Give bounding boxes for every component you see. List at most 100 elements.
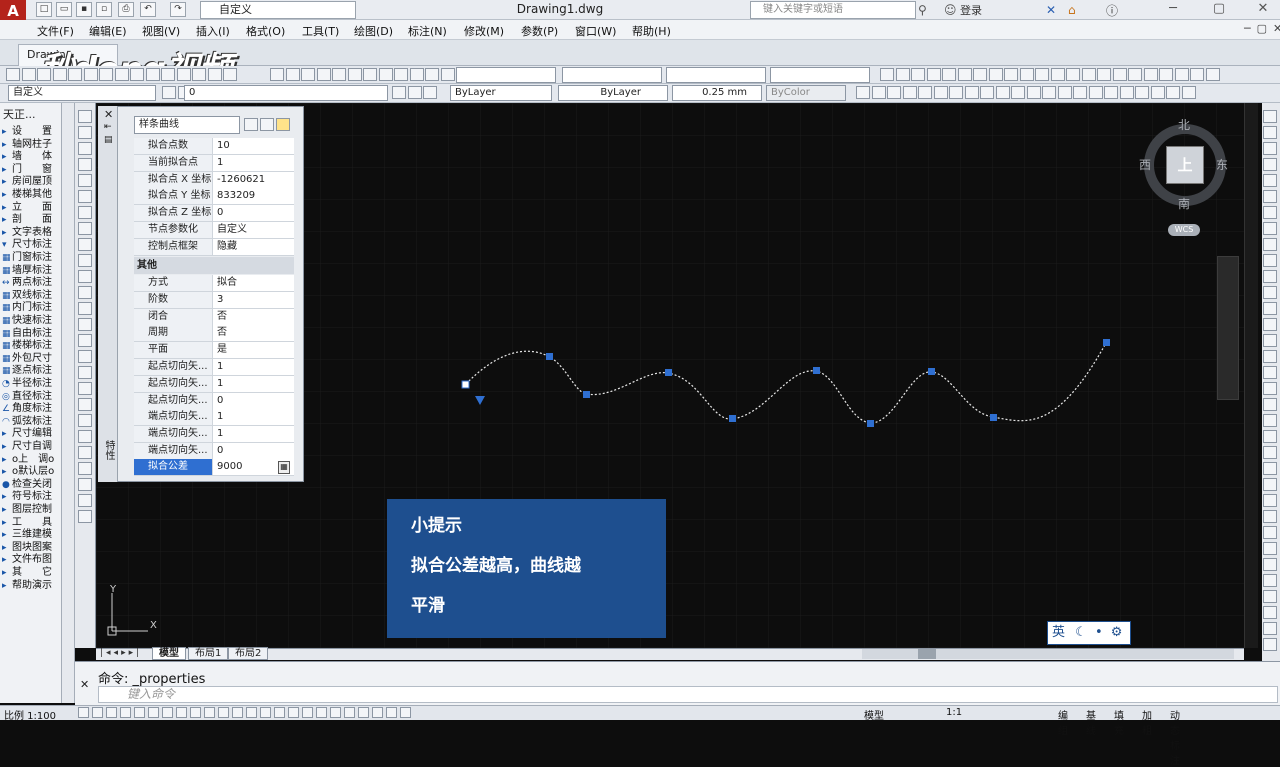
palette-item[interactable]: ▸ 门 窗 bbox=[2, 164, 52, 176]
status-tool-icon[interactable] bbox=[302, 707, 313, 718]
palette-item[interactable]: ▸ 尺寸自调 bbox=[2, 441, 52, 453]
palette-item[interactable]: ▸ 设 置 bbox=[2, 126, 52, 138]
toolbar-button-icon[interactable] bbox=[99, 68, 113, 81]
palette-item[interactable]: ∠ 角度标注 bbox=[2, 403, 52, 415]
toolbar-button-icon[interactable] bbox=[1050, 68, 1065, 81]
toolbar-button-icon[interactable] bbox=[1128, 68, 1142, 81]
palette-item[interactable]: ↔ 两点标注 bbox=[2, 277, 52, 289]
toolbar-button-icon[interactable] bbox=[1097, 68, 1111, 81]
status-tool-icon[interactable] bbox=[218, 707, 229, 718]
fit-point-grip[interactable] bbox=[583, 391, 590, 398]
toolbar-button-icon[interactable] bbox=[1135, 86, 1149, 99]
status-tool-icon[interactable] bbox=[246, 707, 257, 718]
palette-item[interactable]: ● 检查关闭 bbox=[2, 479, 52, 491]
status-tool-icon[interactable] bbox=[78, 707, 89, 718]
status-tool-icon[interactable] bbox=[344, 707, 355, 718]
modify-tool-icon[interactable] bbox=[1263, 558, 1277, 571]
punctuation-icon[interactable]: • bbox=[1095, 625, 1103, 640]
toolbar-button-icon[interactable] bbox=[1181, 86, 1196, 99]
toolbar-button-icon[interactable] bbox=[1190, 68, 1204, 81]
toolbar-button-icon[interactable] bbox=[1143, 68, 1158, 81]
plotstyle-dropdown[interactable]: ByColor bbox=[766, 85, 846, 101]
draw-tool-icon[interactable] bbox=[78, 494, 92, 507]
property-value[interactable]: 1 bbox=[215, 359, 293, 375]
tab-layout2[interactable]: 布局2 bbox=[228, 647, 269, 660]
palette-item[interactable]: ▸ 三维建模 bbox=[2, 529, 52, 541]
toolbar-button-icon[interactable] bbox=[918, 86, 932, 99]
property-row[interactable]: 起点切向矢... 1 bbox=[134, 359, 294, 376]
palette-item[interactable]: ▸ o上 调o bbox=[2, 454, 54, 466]
gear-icon[interactable]: ⚙ bbox=[1111, 625, 1123, 640]
toolbar-button-icon[interactable] bbox=[423, 86, 437, 99]
property-value[interactable]: 是 bbox=[215, 342, 293, 358]
property-row[interactable]: 闭合否 bbox=[134, 308, 294, 326]
toolbar-button-icon[interactable] bbox=[1166, 86, 1180, 99]
draw-tool-icon[interactable] bbox=[78, 430, 92, 443]
modify-tool-icon[interactable] bbox=[1263, 238, 1277, 251]
toolbar-button-icon[interactable] bbox=[378, 68, 393, 81]
status-tool-icon[interactable] bbox=[274, 707, 285, 718]
toolbar-button-icon[interactable] bbox=[856, 86, 870, 99]
menu-insert[interactable]: 插入(I) bbox=[196, 23, 230, 39]
toolbar-button-icon[interactable] bbox=[988, 68, 1003, 81]
minimize-button[interactable]: ─ bbox=[1158, 0, 1188, 20]
property-row[interactable]: 周期否 bbox=[134, 325, 294, 343]
draw-tool-icon[interactable] bbox=[78, 478, 92, 491]
toolbar-button-icon[interactable] bbox=[37, 68, 51, 81]
toolbar-button-icon[interactable] bbox=[871, 86, 886, 99]
fit-point-grip[interactable] bbox=[928, 368, 935, 375]
color-dropdown[interactable]: ByLayer bbox=[450, 85, 552, 101]
palette-item[interactable]: ▸ 楼梯其他 bbox=[2, 189, 52, 201]
palette-item[interactable]: ▦外包尺寸 bbox=[2, 353, 52, 365]
modify-tool-icon[interactable] bbox=[1263, 382, 1277, 395]
status-tool-icon[interactable] bbox=[232, 707, 243, 718]
property-value[interactable]: 0 bbox=[215, 443, 293, 459]
property-value[interactable]: 1 bbox=[215, 376, 293, 392]
status-tool-icon[interactable] bbox=[400, 707, 411, 718]
user-icon[interactable]: ☺ bbox=[944, 3, 957, 17]
draw-tool-icon[interactable] bbox=[78, 366, 92, 379]
toolbar-button-icon[interactable] bbox=[949, 86, 963, 99]
toolbar-button-icon[interactable] bbox=[192, 68, 206, 81]
toolbar-button-icon[interactable] bbox=[1011, 86, 1025, 99]
property-row[interactable]: 起点切向矢... 0 bbox=[134, 392, 294, 410]
palette-item[interactable]: ▦内门标注 bbox=[2, 302, 52, 314]
draw-tool-icon[interactable] bbox=[78, 142, 92, 155]
modify-tool-icon[interactable] bbox=[1263, 542, 1277, 555]
status-toggle[interactable]: 动态标注 bbox=[1170, 707, 1180, 767]
toolbar-button-icon[interactable] bbox=[887, 86, 901, 99]
toolbar-button-icon[interactable] bbox=[407, 86, 422, 99]
palette-item[interactable]: ▦双线标注 bbox=[2, 290, 52, 302]
toolbar-button-icon[interactable] bbox=[21, 68, 36, 81]
property-row-fit-tolerance[interactable]: 拟合公差 9000 bbox=[134, 459, 294, 476]
toolbar-button-icon[interactable] bbox=[1104, 86, 1118, 99]
status-tool-icon[interactable] bbox=[106, 707, 117, 718]
help-icon[interactable]: ⓘ bbox=[1106, 2, 1118, 19]
search-input[interactable]: 键入关键字或短语 bbox=[750, 1, 916, 19]
navigation-bar[interactable] bbox=[1217, 256, 1239, 400]
modify-tool-icon[interactable] bbox=[1263, 638, 1277, 651]
property-row[interactable]: 节点参数化 自定义 bbox=[134, 222, 294, 239]
toolbar-button-icon[interactable] bbox=[880, 68, 894, 81]
draw-tool-icon[interactable] bbox=[78, 174, 92, 187]
status-tool-icon[interactable] bbox=[288, 707, 299, 718]
toolbar-button-icon[interactable] bbox=[895, 68, 910, 81]
property-value[interactable]: 拟合 bbox=[215, 275, 293, 291]
draw-tool-icon[interactable] bbox=[78, 302, 92, 315]
lineweight-dropdown[interactable]: 0.25 mm bbox=[672, 85, 762, 101]
toolbar-button-icon[interactable] bbox=[1057, 86, 1072, 99]
fit-point-grip[interactable] bbox=[990, 414, 997, 421]
property-value[interactable]: 0 bbox=[215, 393, 293, 409]
palette-item[interactable]: ▦门窗标注 bbox=[2, 252, 52, 264]
toolbar-button-icon[interactable] bbox=[68, 68, 82, 81]
menu-window[interactable]: 窗口(W) bbox=[575, 23, 616, 39]
menu-format[interactable]: 格式(O) bbox=[246, 23, 285, 39]
modify-tool-icon[interactable] bbox=[1263, 398, 1277, 411]
toolbar-button-icon[interactable] bbox=[1073, 86, 1087, 99]
palette-item[interactable]: ▾ 尺寸标注 bbox=[2, 239, 52, 251]
modify-tool-icon[interactable] bbox=[1263, 334, 1277, 347]
property-row[interactable]: 方式 拟合 bbox=[134, 275, 294, 292]
status-tool-icon[interactable] bbox=[162, 707, 173, 718]
toolbar-button-icon[interactable] bbox=[1150, 86, 1165, 99]
select-objects-icon[interactable] bbox=[260, 118, 274, 131]
